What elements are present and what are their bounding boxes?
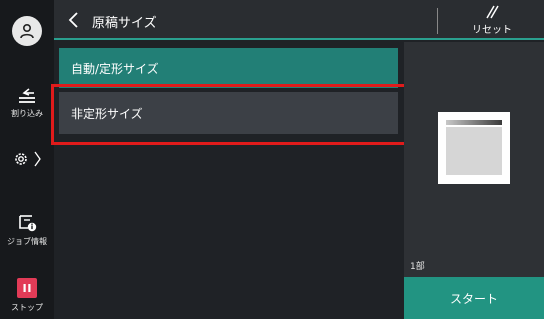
option-label: 非定形サイズ <box>71 106 143 121</box>
settings-gear-icon <box>15 153 27 165</box>
option-label: 自動/定形サイズ <box>71 61 159 76</box>
document-thumbnail <box>438 112 510 184</box>
size-option-list: 自動/定形サイズ 非定形サイズ <box>59 48 398 134</box>
reset-label: リセット <box>472 24 512 36</box>
thumbnail-page <box>446 127 502 175</box>
job-info-label: ジョブ情報 <box>7 237 47 246</box>
interrupt-icon <box>19 88 35 103</box>
interrupt-button[interactable]: 割り込み <box>0 86 54 119</box>
left-rail: 割り込み ジョブ情報 ストップ <box>0 0 54 319</box>
page-title: 原稿サイズ <box>92 16 157 31</box>
stop-icon <box>17 278 37 298</box>
reset-icon <box>486 5 499 18</box>
option-custom-size[interactable]: 非定形サイズ <box>59 92 398 134</box>
header: 原稿サイズ リセット <box>54 0 544 40</box>
interrupt-label: 割り込み <box>11 109 43 118</box>
job-info-icon <box>19 215 37 232</box>
stop-label: ストップ <box>11 303 43 312</box>
user-icon[interactable] <box>12 16 42 46</box>
option-auto-standard-size[interactable]: 自動/定形サイズ <box>59 48 398 88</box>
start-label: スタート <box>449 291 498 306</box>
back-chevron-icon[interactable] <box>66 11 84 29</box>
chevron-right-icon <box>34 151 41 167</box>
settings-button[interactable] <box>0 150 54 168</box>
copies-count: 1部 <box>410 262 425 272</box>
header-divider <box>437 8 438 34</box>
start-button[interactable]: スタート <box>404 277 544 319</box>
thumbnail-header-bar <box>446 120 502 125</box>
job-info-button[interactable]: ジョブ情報 <box>0 212 54 247</box>
reset-button[interactable]: リセット <box>440 0 544 40</box>
stop-button[interactable]: ストップ <box>0 278 54 313</box>
